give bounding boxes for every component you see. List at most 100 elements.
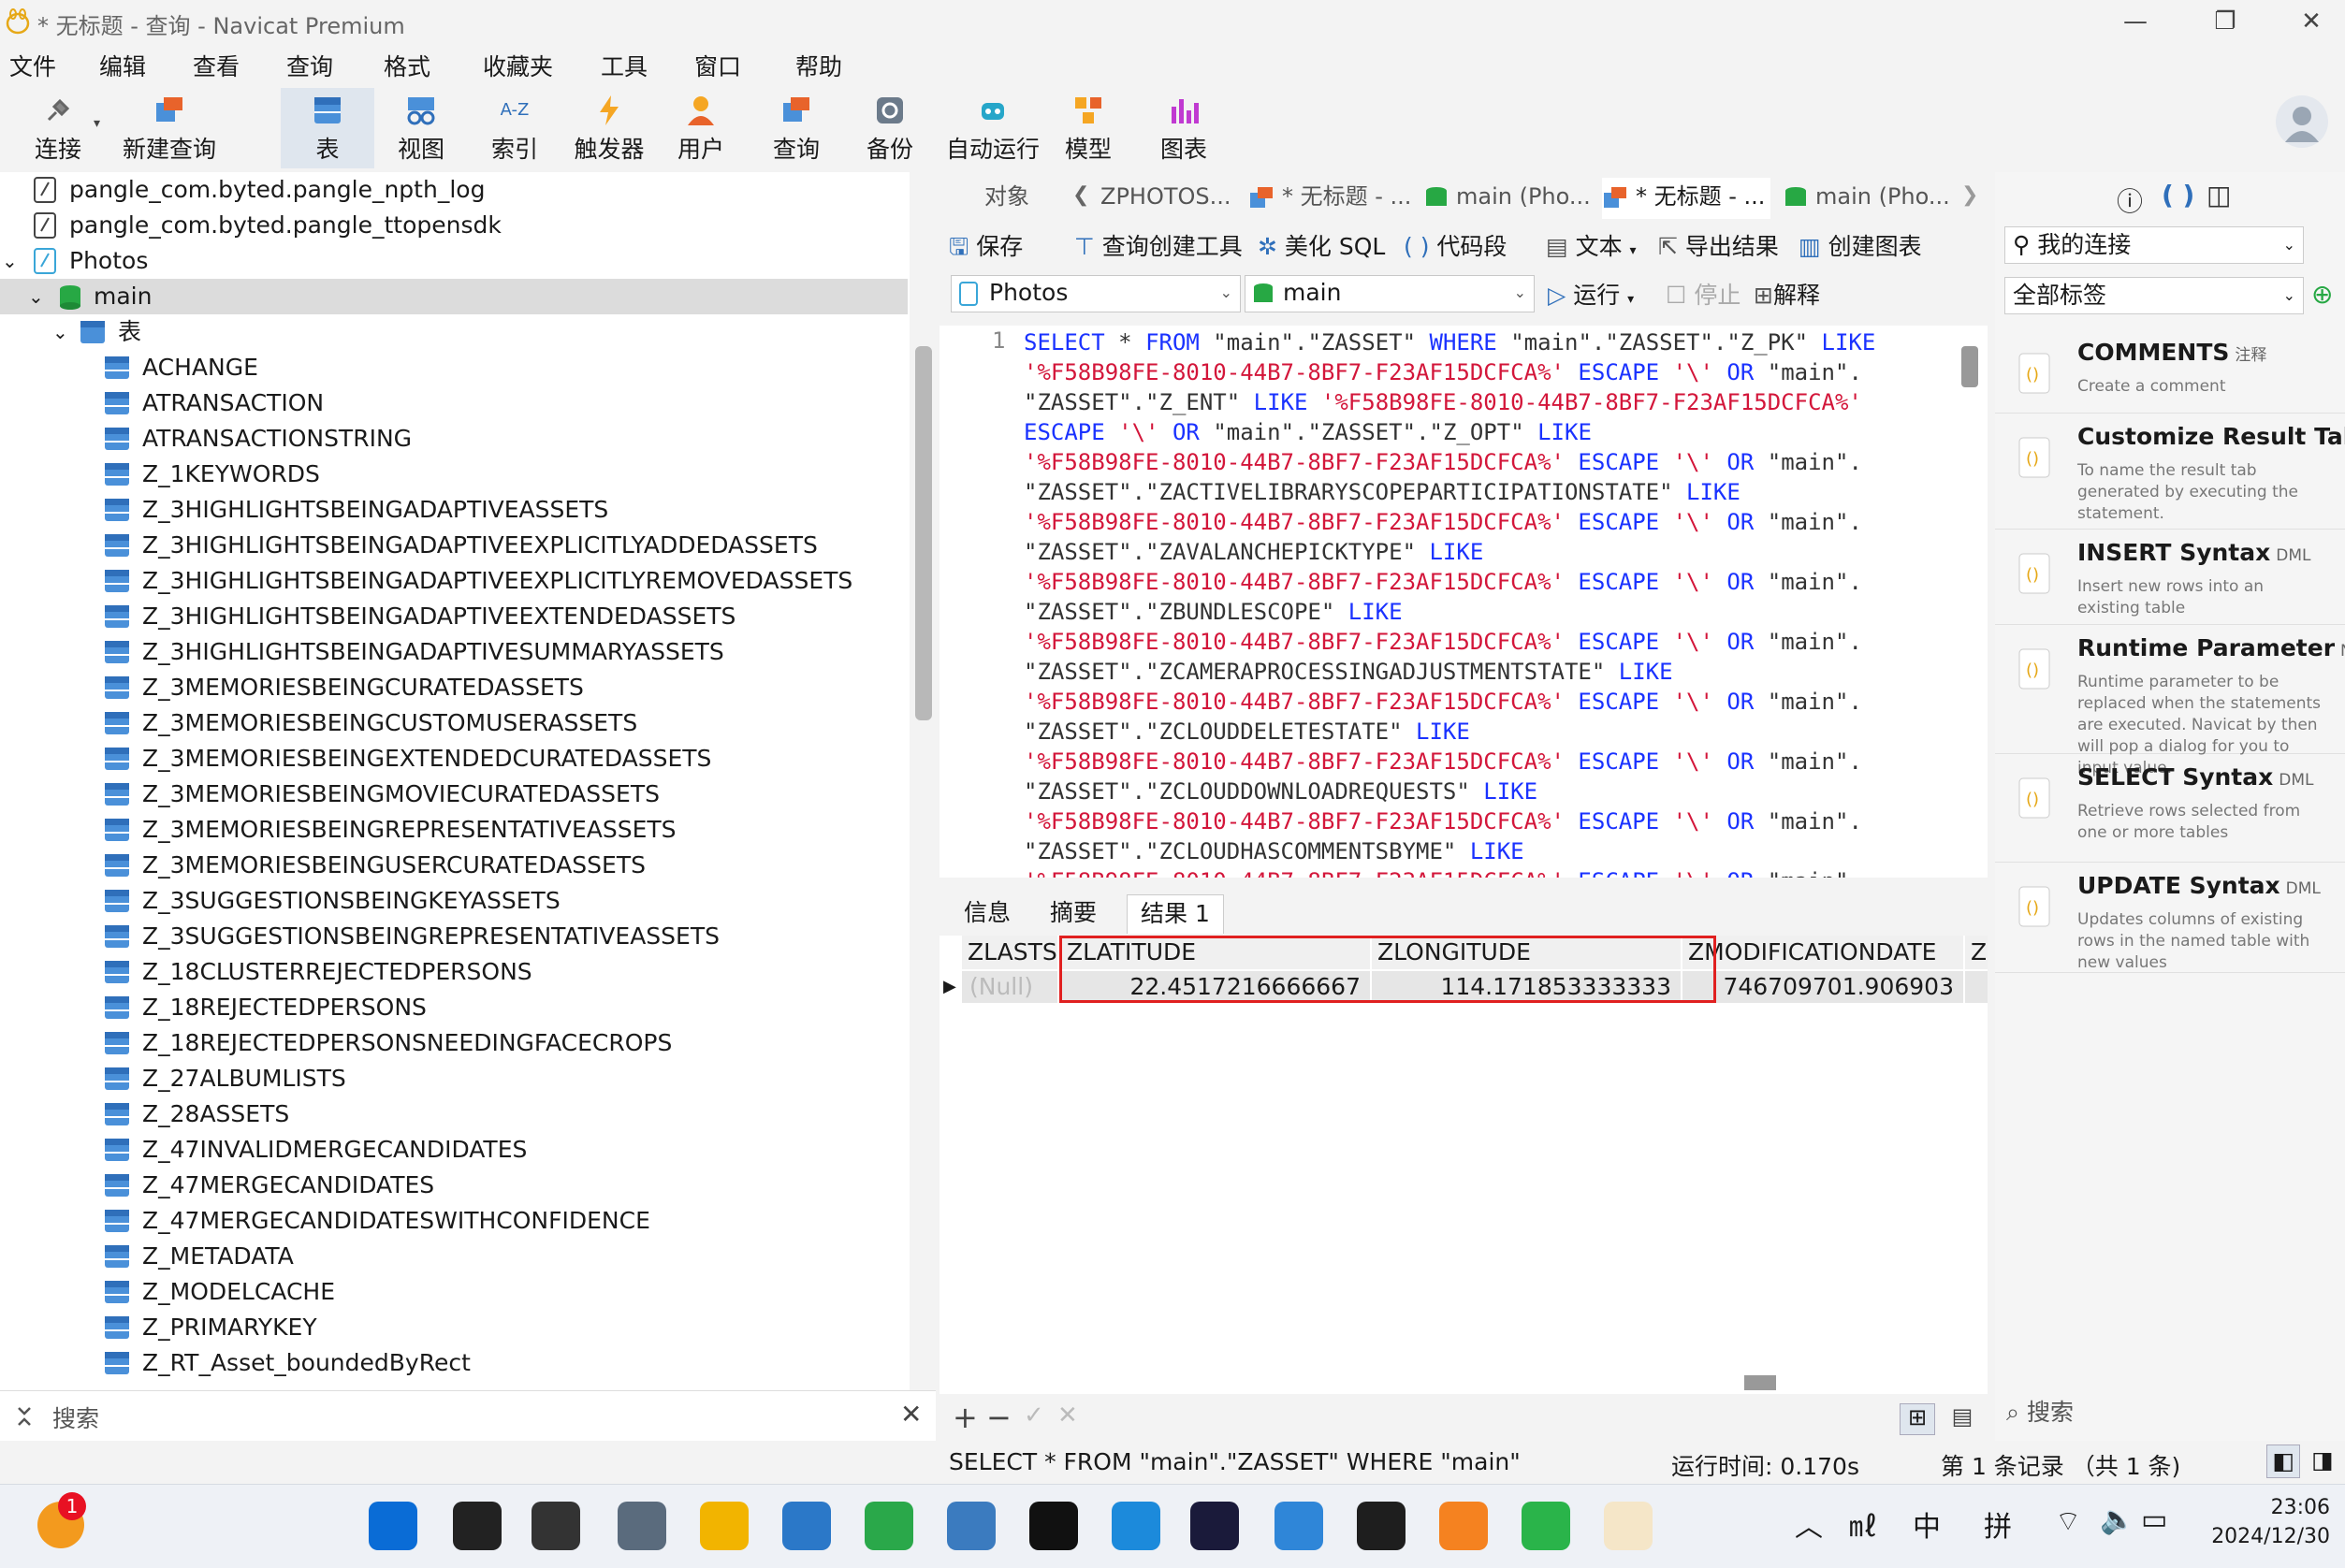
snippet-tab-icon[interactable]: ( ) <box>2162 180 2194 211</box>
connection-select[interactable]: Photos ⌄ <box>951 275 1241 312</box>
tab-summary[interactable]: 摘要 <box>1037 894 1110 934</box>
photos-icon[interactable] <box>1274 1502 1323 1550</box>
stop-button[interactable]: ☐ 停止 <box>1666 277 1741 311</box>
tree-item-table[interactable]: Z_3MEMORIESBEINGCUSTOMUSERASSETS <box>0 705 908 741</box>
remote-desktop-icon[interactable] <box>865 1502 913 1550</box>
tag-filter-select[interactable]: 全部标签 ⌄ <box>2004 277 2304 314</box>
info-icon[interactable]: ⓘ <box>2117 181 2143 219</box>
tab-scroll-right-icon[interactable]: ❯ <box>1961 183 1978 207</box>
connect-dropdown-icon[interactable]: ▾ <box>94 116 100 131</box>
snippet-item[interactable]: ()Runtime ParameterNaviRuntime parameter… <box>1995 627 2345 777</box>
explain-button[interactable]: ⊞解释 <box>1754 277 1820 311</box>
tree-item-file[interactable]: pangle_com.byted.pangle_npth_log <box>0 172 908 208</box>
tree-item-table[interactable]: Z_3SUGGESTIONSBEINGKEYASSETS <box>0 883 908 919</box>
menu-query[interactable]: 查询 <box>286 49 333 82</box>
tree-item-table[interactable]: Z_3MEMORIESBEINGEXTENDEDCURATEDASSETS <box>0 741 908 777</box>
menu-edit[interactable]: 编辑 <box>99 49 146 82</box>
column-header[interactable]: ZLASTS <box>962 936 1057 969</box>
wifi-icon[interactable]: ⌔ <box>2055 1503 2081 1539</box>
layout-right-icon[interactable]: ◨ <box>2306 1445 2339 1478</box>
snippet-item[interactable]: () INSERT Syntax DML Insert new rows into a… <box>1995 531 2345 625</box>
apply-changes-button[interactable]: ✓ <box>1024 1401 1044 1430</box>
clock[interactable]: 23:06 2024/12/30 <box>2208 1496 2330 1548</box>
collapse-icon[interactable]: ⌄ <box>52 314 68 350</box>
tree-item-table[interactable]: Z_47MERGECANDIDATES <box>0 1168 908 1203</box>
tree-item-table[interactable]: Z_3MEMORIESBEINGMOVIECURATEDASSETS <box>0 777 908 812</box>
account-avatar[interactable] <box>2276 95 2328 148</box>
tab-objects[interactable]: 对象 <box>984 178 1059 219</box>
tree-item-table[interactable]: Z_3HIGHLIGHTSBEINGADAPTIVEEXPLICITLYADDE… <box>0 528 908 563</box>
add-record-button[interactable]: + <box>953 1400 978 1435</box>
table-cell[interactable]: 746709701.906903 <box>1682 971 1963 1003</box>
tree-item-table[interactable]: Z_METADATA <box>0 1239 908 1274</box>
start-icon[interactable] <box>369 1502 417 1550</box>
tree-item-table[interactable]: Z_3MEMORIESBEINGREPRESENTATIVEASSETS <box>0 812 908 848</box>
snippet-item[interactable]: () UPDATE Syntax DML Updates columns of exi… <box>1995 864 2345 973</box>
sql-editor[interactable]: 1 SELECT * FROM "main"."ZASSET" WHERE "m… <box>939 326 1988 878</box>
save-button[interactable]: 🖫 保存 <box>949 228 1023 269</box>
connection-filter-select[interactable]: ⚲ 我的连接 ⌄ <box>2004 226 2304 264</box>
snippet-search-input[interactable]: ⌕ 搜索 <box>2006 1394 2074 1428</box>
maximize-button[interactable]: ❐ <box>2197 4 2253 39</box>
tree-item-table[interactable]: Z_28ASSETS <box>0 1096 908 1132</box>
python-icon[interactable] <box>947 1502 996 1550</box>
settings-icon[interactable] <box>618 1502 666 1550</box>
tree-item-tables-group[interactable]: ⌄ 表 <box>0 314 908 350</box>
search-icon[interactable] <box>453 1502 502 1550</box>
view-button[interactable]: 视图 <box>384 88 459 168</box>
snippet-button[interactable]: ( ) 代码段 <box>1404 228 1507 262</box>
create-chart-button[interactable]: ▥ 创建图表 <box>1799 228 1922 262</box>
tab-document[interactable]: * 无标题 - ... <box>1248 178 1412 219</box>
trigger-button[interactable]: 触发器 <box>567 88 651 168</box>
edge-icon[interactable] <box>1112 1502 1160 1550</box>
chevron-up-icon[interactable]: ︿ <box>1795 1503 1823 1545</box>
beautify-sql-button[interactable]: ✲ 美化 SQL <box>1258 228 1385 262</box>
snippet-item[interactable]: () COMMENTS 注释 Create a comment <box>1995 331 2345 414</box>
tree-item-table[interactable]: Z_3MEMORIESBEINGUSERCURATEDASSETS <box>0 848 908 883</box>
column-header[interactable]: Z <box>1965 936 1988 969</box>
tree-item-table[interactable]: ATRANSACTIONSTRING <box>0 421 908 457</box>
tree-item-table[interactable]: Z_RT_Asset_boundedByRect <box>0 1345 908 1381</box>
table-cell[interactable] <box>1965 971 1988 1003</box>
tree-item-table[interactable]: Z_3HIGHLIGHTSBEINGADAPTIVESUMMARYASSETS <box>0 634 908 670</box>
model-button[interactable]: 模型 <box>1056 88 1121 168</box>
table-cell[interactable]: (Null) <box>962 971 1057 1003</box>
tab-result-1[interactable]: 结果 1 <box>1127 894 1224 934</box>
add-tag-icon[interactable]: ⊕ <box>2311 279 2333 310</box>
export-result-button[interactable]: ⇱ 导出结果 <box>1658 228 1779 262</box>
tree-item-connection[interactable]: ⌄ Photos <box>0 243 908 279</box>
tree-item-table[interactable]: Z_3HIGHLIGHTSBEINGADAPTIVEEXPLICITLYREMO… <box>0 563 908 599</box>
index-button[interactable]: A-Z 索引 <box>477 88 552 168</box>
tree-item-table[interactable]: Z_MODELCACHE <box>0 1274 908 1310</box>
snippet-item[interactable]: () SELECT Syntax DML Retrieve rows selected… <box>1995 756 2345 863</box>
tree-item-table[interactable]: Z_3SUGGESTIONSBEINGREPRESENTATIVEASSETS <box>0 919 908 954</box>
navigator-scrollbar[interactable] <box>915 346 932 720</box>
column-header[interactable]: ZMODIFICATIONDATE <box>1682 936 1963 969</box>
clear-search-icon[interactable]: ✕ <box>900 1399 922 1430</box>
tab-scroll-left-icon[interactable]: ❮ <box>1072 183 1089 207</box>
snippet-item[interactable]: () Customize Result Tab N To name the resu… <box>1995 415 2345 530</box>
tree-item-file[interactable]: pangle_com.byted.pangle_ttopensdk <box>0 208 908 243</box>
task-view-icon[interactable] <box>532 1502 580 1550</box>
user-button[interactable]: 用户 <box>668 88 734 168</box>
chart-button[interactable]: 图表 <box>1151 88 1216 168</box>
tree-item-table[interactable]: Z_3HIGHLIGHTSBEINGADAPTIVEASSETS <box>0 492 908 528</box>
tree-item-table[interactable]: Z_3MEMORIESBEINGCURATEDASSETS <box>0 670 908 705</box>
tree-item-table[interactable]: Z_3HIGHLIGHTSBEINGADAPTIVEEXTENDEDASSETS <box>0 599 908 634</box>
draw-icon[interactable] <box>1190 1502 1239 1550</box>
tab-document-active[interactable]: * 无标题 - ... <box>1602 178 1770 219</box>
close-button[interactable]: ✕ <box>2283 4 2339 39</box>
filter-icon[interactable] <box>15 1404 34 1429</box>
tree-item-table[interactable]: Z_47INVALIDMERGECANDIDATES <box>0 1132 908 1168</box>
tree-item-table[interactable]: Z_47MERGECANDIDATESWITHCONFIDENCE <box>0 1203 908 1239</box>
table-button[interactable]: 表 <box>281 88 374 168</box>
terminal-icon[interactable] <box>1357 1502 1406 1550</box>
typora-icon[interactable] <box>1029 1502 1078 1550</box>
minimize-button[interactable]: — <box>2107 4 2163 39</box>
layout-left-icon[interactable]: ◧ <box>2266 1445 2300 1478</box>
tree-item-table[interactable]: ACHANGE <box>0 350 908 385</box>
ime-pinyin[interactable]: 拼 <box>1984 1503 2012 1545</box>
battery-icon[interactable]: ▭ <box>2141 1503 2167 1536</box>
tab-document[interactable]: main (Pho... <box>1782 178 1950 219</box>
navicat-icon[interactable] <box>1604 1502 1653 1550</box>
